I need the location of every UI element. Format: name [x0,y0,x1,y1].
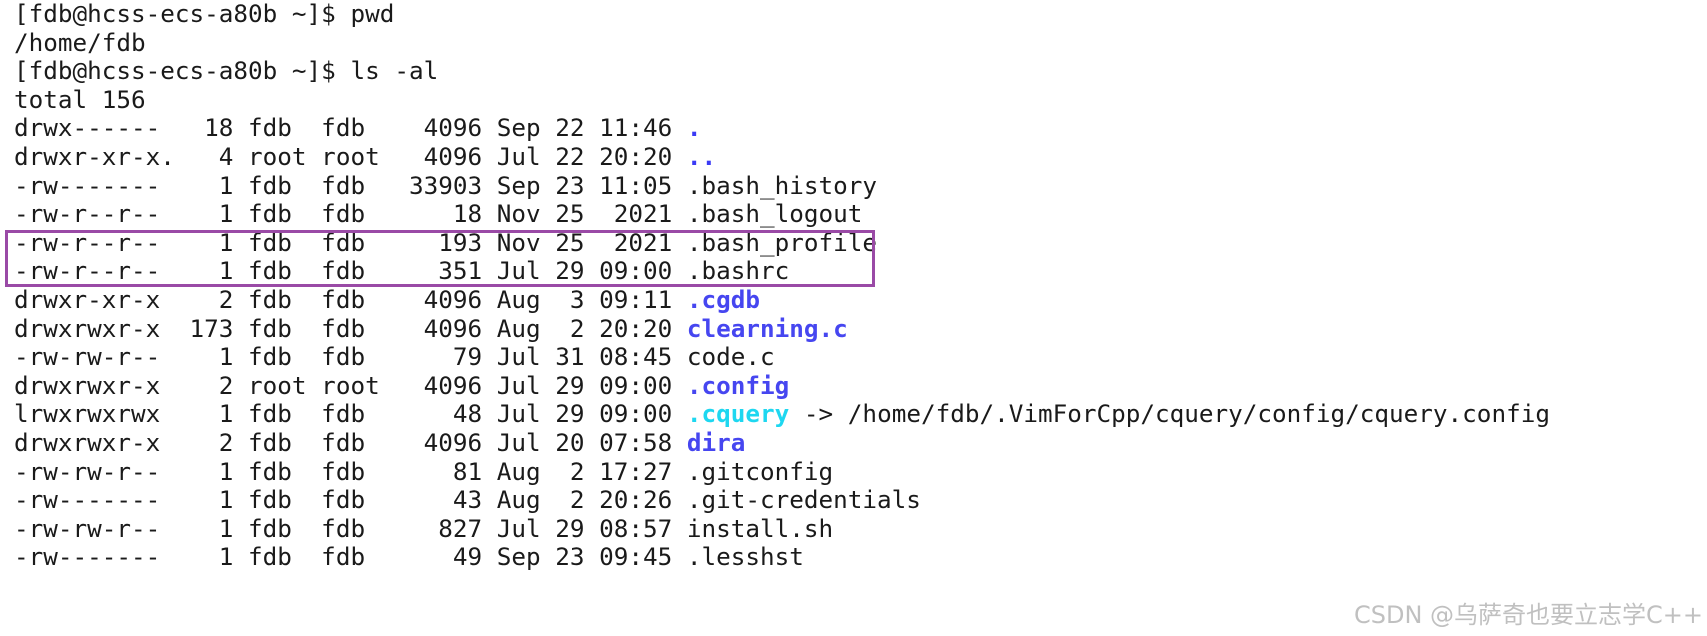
line-text: /home/fdb [14,27,146,57]
line-text: -rw------- 1 fdb fdb 49 Sep 23 09:45 [14,542,687,572]
terminal-line: drwxr-xr-x 2 fdb fdb 4096 Aug 3 09:11 .c… [14,284,1694,315]
terminal-line: drwxr-xr-x. 4 root root 4096 Jul 22 20:2… [14,141,1694,172]
terminal-line: drwxrwxr-x 173 fdb fdb 4096 Aug 2 20:20 … [14,313,1694,344]
line-text: -rw-r--r-- 1 fdb fdb 18 Nov 25 2021 [14,199,687,229]
terminal-line: -rw-rw-r-- 1 fdb fdb 79 Jul 31 08:45 cod… [14,342,1694,372]
line-text: -rw-rw-r-- 1 fdb fdb 827 Jul 29 08:57 [14,513,687,543]
file-name: .bash_history [686,170,878,200]
terminal-line: -rw-rw-r-- 1 fdb fdb 827 Jul 29 08:57 in… [14,513,1694,544]
line-text: -rw------- 1 fdb fdb 43 Aug 2 20:26 [14,485,687,515]
terminal-line: drwxrwxr-x 2 fdb fdb 4096 Jul 20 07:58 d… [14,427,1694,458]
line-text: -rw-rw-r-- 1 fdb fdb 79 Jul 31 08:45 [14,342,687,372]
file-name: .cquery [686,399,790,429]
terminal-line: -rw------- 1 fdb fdb 49 Sep 23 09:45 .le… [14,542,1694,572]
file-name: . [686,113,702,143]
line-text: [fdb@hcss-ecs-a80b ~]$ pwd [14,0,395,28]
terminal-line: /home/fdb [14,27,1694,58]
symlink-target: -> /home/fdb/.VimForCpp/cquery/config/cq… [789,399,1550,429]
file-name: code.c [686,342,775,372]
terminal-line: -rw------- 1 fdb fdb 43 Aug 2 20:26 .git… [14,485,1694,515]
line-text: -rw------- 1 fdb fdb 33903 Sep 23 11:05 [14,170,687,200]
terminal-line: drwx------ 18 fdb fdb 4096 Sep 22 11:46 … [14,114,1694,143]
watermark: CSDN @乌萨奇也要立志学C++ [1353,601,1703,629]
terminal-line: total 156 [14,84,1694,115]
line-text: lrwxrwxrwx 1 fdb fdb 48 Jul 29 09:00 [14,399,687,429]
file-name: .. [686,141,717,171]
file-name: .lesshst [686,542,804,572]
file-name: clearning.c [686,313,848,343]
line-text: drwxrwxr-x 173 fdb fdb 4096 Aug 2 20:20 [14,313,687,343]
terminal-line: lrwxrwxrwx 1 fdb fdb 48 Jul 29 09:00 .cq… [14,400,1694,429]
file-name: dira [686,427,746,457]
line-text: total 156 [14,84,146,114]
line-text: drwxr-xr-x 2 fdb fdb 4096 Aug 3 09:11 [14,284,687,314]
terminal-output[interactable]: [fdb@hcss-ecs-a80b ~]$ pwd/home/fdb [fdb@… [14,0,1694,636]
terminal-line: -rw-r--r-- 1 fdb fdb 18 Nov 25 2021 .bas… [14,199,1694,229]
terminal-line: [fdb@hcss-ecs-a80b ~]$ ls -al [14,56,1694,86]
line-text: [fdb@hcss-ecs-a80b ~]$ ls -al [14,56,439,86]
file-name: .cgdb [686,284,761,314]
line-text: drwxrwxr-x 2 fdb fdb 4096 Jul 20 07:58 [14,427,687,457]
file-name: install.sh [686,513,834,543]
highlight-box [5,230,875,287]
line-text: drwxr-xr-x. 4 root root 4096 Jul 22 20:2… [14,141,687,171]
file-name: .git-credentials [686,485,921,515]
line-text: drwxrwxr-x 2 root root 4096 Jul 29 09:00 [14,370,687,400]
file-name: .config [686,370,790,400]
line-text: -rw-rw-r-- 1 fdb fdb 81 Aug 2 17:27 [14,456,687,486]
terminal-line: [fdb@hcss-ecs-a80b ~]$ pwd [14,0,1694,29]
terminal-line: drwxrwxr-x 2 root root 4096 Jul 29 09:00… [14,370,1694,401]
terminal-line: -rw------- 1 fdb fdb 33903 Sep 23 11:05 … [14,170,1694,201]
file-name: .bash_logout [686,199,863,229]
terminal-line: -rw-rw-r-- 1 fdb fdb 81 Aug 2 17:27 .git… [14,456,1694,487]
file-name: .gitconfig [686,456,834,486]
line-text: drwx------ 18 fdb fdb 4096 Sep 22 11:46 [14,113,687,143]
